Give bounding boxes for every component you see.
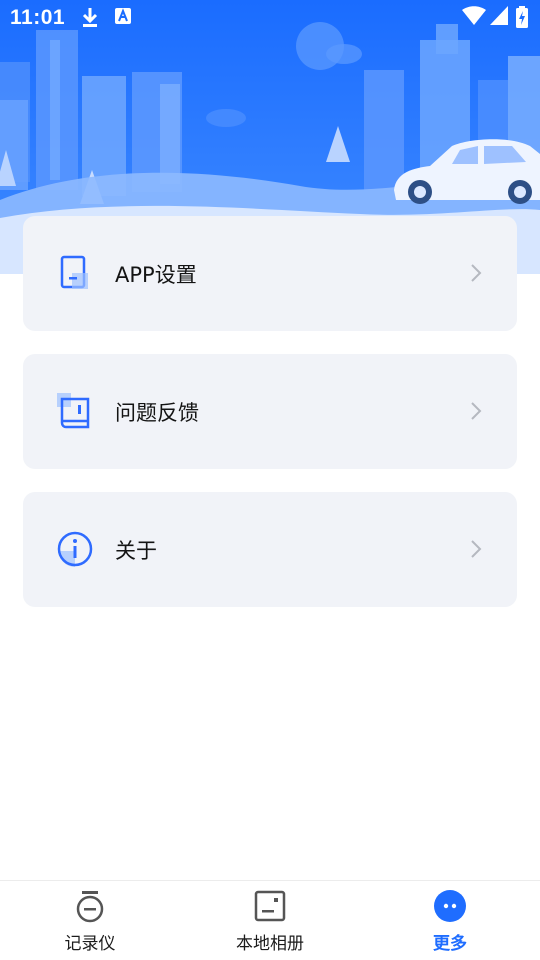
menu-item-feedback[interactable]: 问题反馈 [23, 354, 517, 469]
chevron-right-icon [471, 540, 482, 558]
menu-item-label: 关于 [115, 539, 157, 563]
battery-charging-icon [516, 6, 528, 28]
tab-recorder[interactable]: 记录仪 [0, 881, 180, 960]
recorder-icon [76, 891, 104, 923]
status-time: 11:01 [10, 6, 66, 29]
feedback-book-icon [57, 393, 90, 429]
more-icon [434, 890, 466, 922]
chevron-right-icon [471, 264, 482, 282]
tab-label: 更多 [433, 934, 467, 954]
signal-icon [490, 6, 508, 25]
album-icon [254, 890, 286, 922]
car-illustration [394, 139, 540, 204]
text-a-icon [115, 8, 131, 24]
app-settings-icon [60, 255, 88, 289]
wifi-icon [462, 6, 486, 25]
chevron-right-icon [471, 402, 482, 420]
menu-item-label: 问题反馈 [115, 401, 199, 425]
bottom-tab-bar: 记录仪 本地相册 更多 [0, 880, 540, 960]
tab-label: 本地相册 [236, 934, 304, 954]
tab-label: 记录仪 [64, 934, 116, 954]
info-icon [57, 531, 93, 567]
menu-item-app-settings[interactable]: APP设置 [23, 216, 517, 331]
menu-item-label: APP设置 [115, 263, 197, 287]
tab-local-album[interactable]: 本地相册 [180, 881, 360, 960]
status-bar: 11:01 [0, 0, 540, 36]
menu-item-about[interactable]: 关于 [23, 492, 517, 607]
tab-more[interactable]: 更多 [360, 881, 540, 960]
download-icon [82, 8, 98, 27]
